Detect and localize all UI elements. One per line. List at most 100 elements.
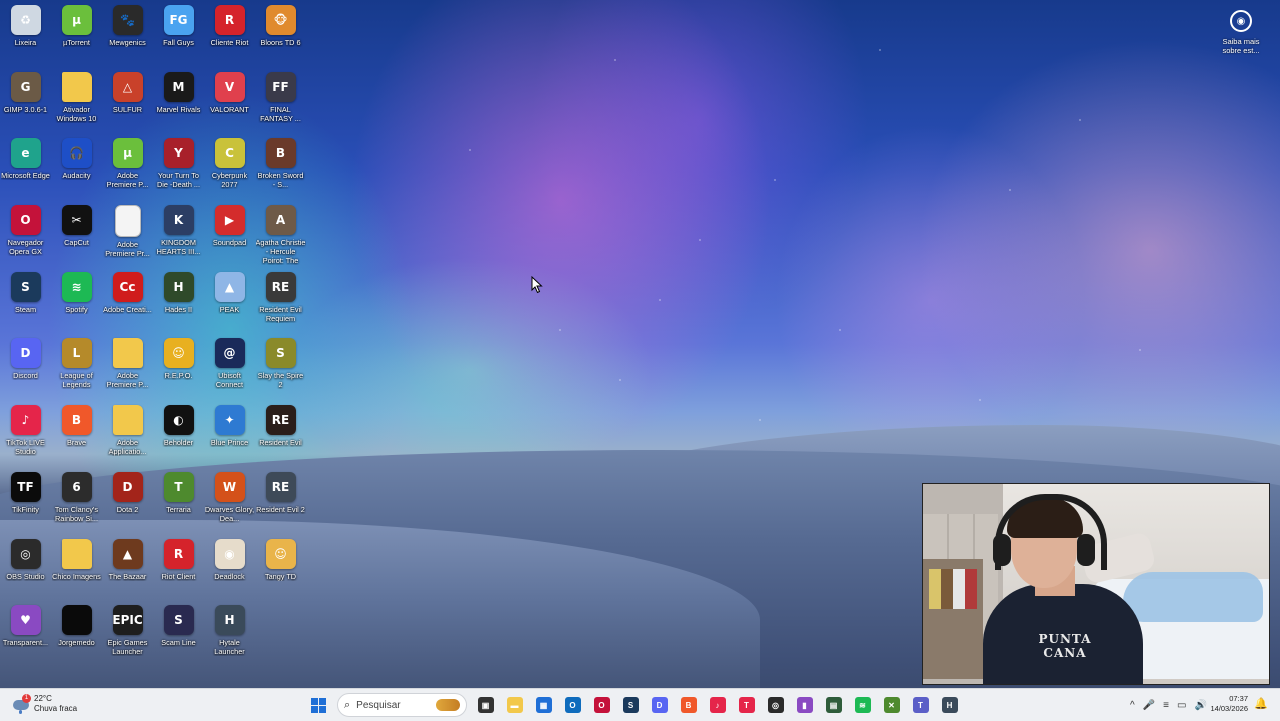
- desktop-icon-brave[interactable]: B Brave: [51, 403, 102, 470]
- desktop-icon-resident-evil[interactable]: RE Resident Evil: [255, 403, 306, 470]
- desktop-icon-beholder[interactable]: ◐ Beholder: [153, 403, 204, 470]
- taskbar-app-teams[interactable]: T: [908, 692, 934, 718]
- sound-settings-icon[interactable]: ≡: [1163, 700, 1169, 711]
- folder-icon: [112, 405, 143, 436]
- desktop-icon-resident-evil-requiem[interactable]: RE Resident Evil Requiem: [255, 270, 306, 337]
- desktop-icon-edge[interactable]: e Microsoft Edge: [0, 136, 51, 203]
- desktop-icon-spotify[interactable]: ≋ Spotify: [51, 270, 102, 337]
- cyberpunk-icon: C: [214, 138, 245, 169]
- taskbar-app-tikfinity[interactable]: T: [734, 692, 760, 718]
- taskbar-app-tiktok-live[interactable]: ♪: [705, 692, 731, 718]
- desktop-icon-mewgenics[interactable]: 🐾 Mewgenics: [102, 3, 153, 70]
- desktop-icon-hades-ii[interactable]: H Hades II: [153, 270, 204, 337]
- taskbar-app-twitch-studio[interactable]: ▮: [792, 692, 818, 718]
- learn-more-label: Saiba mais sobre est...: [1222, 37, 1260, 55]
- desktop-icon-utorrent[interactable]: µ µTorrent: [51, 3, 102, 70]
- desktop-icon-tiktok-live[interactable]: ♪ TikTok LIVE Studio: [0, 403, 51, 470]
- weather-widget[interactable]: 1 22°C Chuva fraca: [10, 693, 77, 715]
- desktop-icon-dota2[interactable]: D Dota 2: [102, 470, 153, 537]
- desktop-icon-rainbow-six[interactable]: 6 Tom Clancy's Rainbow Si...: [51, 470, 102, 537]
- desktop-icon-audacity[interactable]: 🎧 Audacity: [51, 136, 102, 203]
- start-button[interactable]: [306, 692, 332, 718]
- taskbar-app-task-view[interactable]: ▣: [473, 692, 499, 718]
- desktop-icon-soundpad[interactable]: ▶ Soundpad: [204, 203, 255, 270]
- taskbar-search-box[interactable]: ⌕ Pesquisar: [337, 693, 467, 717]
- desktop-icon-jorgemedo[interactable]: Jorgemedo: [51, 603, 102, 670]
- desktop-icon-marvel-rivals[interactable]: M Marvel Rivals: [153, 70, 204, 137]
- taskbar-app-steam[interactable]: S: [618, 692, 644, 718]
- desktop-icon-slay-the-spire[interactable]: S Slay the Spire 2: [255, 336, 306, 403]
- desktop-icon-folder[interactable]: Adobe Premiere P...: [102, 336, 153, 403]
- taskbar-app-microsoft-store[interactable]: ▦: [531, 692, 557, 718]
- taskbar-app-brave[interactable]: B: [676, 692, 702, 718]
- desktop-icon-broken-sword[interactable]: B Broken Sword - S...: [255, 136, 306, 203]
- desktop-icon-fall-guys[interactable]: FG Fall Guys: [153, 3, 204, 70]
- desktop-icon-file[interactable]: Adobe Premiere Pr...: [102, 203, 153, 270]
- desktop-icon-peak[interactable]: ▲ PEAK: [204, 270, 255, 337]
- desktop-icon-the-bazaar[interactable]: ▲ The Bazaar: [102, 537, 153, 604]
- show-hidden-icons-icon[interactable]: ^: [1130, 700, 1135, 711]
- broken-sword-icon: B: [265, 138, 296, 169]
- desktop-icon-transparent[interactable]: ♥ Transparent...: [0, 603, 51, 670]
- desktop-icon-tangy-td[interactable]: ☺ Tangy TD: [255, 537, 306, 604]
- desktop-icon-folder[interactable]: Chico Imagens: [51, 537, 102, 604]
- desktop-icon-discord[interactable]: D Discord: [0, 336, 51, 403]
- taskbar-clock[interactable]: 07:37 14/03/2026: [1204, 694, 1248, 714]
- desktop-icon-tikfinity[interactable]: TF TikFinity: [0, 470, 51, 537]
- desktop-icon-kingdom-hearts[interactable]: K KINGDOM HEARTS III...: [153, 203, 204, 270]
- desktop-icon-label: Audacity: [62, 171, 91, 181]
- desktop-icon-folder[interactable]: Ativador Windows 10: [51, 70, 102, 137]
- desktop-icon-riot-client[interactable]: R Riot Client: [153, 537, 204, 604]
- jorgemedo-icon: [61, 605, 92, 636]
- taskbar-app-outlook[interactable]: O: [560, 692, 586, 718]
- taskbar-app-discord[interactable]: D: [647, 692, 673, 718]
- desktop-icon-label: Blue Prince: [210, 438, 249, 448]
- taskbar-app-obs[interactable]: ◎: [763, 692, 789, 718]
- desktop-icon-folder[interactable]: Adobe Applicatio...: [102, 403, 153, 470]
- desktop-icon-capcut[interactable]: ✂ CapCut: [51, 203, 102, 270]
- taskbar-app-hytale[interactable]: H: [937, 692, 963, 718]
- microphone-icon[interactable]: 🎤: [1143, 700, 1155, 711]
- desktop-icon-adobe-cc[interactable]: Cc Adobe Creati...: [102, 270, 153, 337]
- desktop-icon-label: Jorgemedo: [58, 638, 95, 648]
- desktop-icon-repo[interactable]: ☺ R.E.P.O.: [153, 336, 204, 403]
- desktop-icon-agatha-christie[interactable]: AAgatha Christie - Hercule Poirot: The L…: [255, 203, 306, 270]
- desktop-icon-final-fantasy[interactable]: FF FINAL FANTASY ...: [255, 70, 306, 137]
- desktop-icon-utorrent[interactable]: µ Adobe Premiere P...: [102, 136, 153, 203]
- the-bazaar-icon: ▲: [112, 538, 143, 569]
- desktop-icon-riot-client[interactable]: R Cliente Riot: [204, 3, 255, 70]
- desktop-icon-label: Hytale Launcher: [214, 638, 245, 657]
- desktop-icon-recycle-bin[interactable]: ♻ Lixeira: [0, 3, 51, 70]
- desktop-icon-terraria[interactable]: T Terraria: [153, 470, 204, 537]
- desktop-icon-blue-prince[interactable]: ✦ Blue Prince: [204, 403, 255, 470]
- desktop-icon-steam[interactable]: S Steam: [0, 270, 51, 337]
- desktop-icon-league-of-legends[interactable]: L League of Legends: [51, 336, 102, 403]
- taskbar-app-file-explorer[interactable]: ▬: [502, 692, 528, 718]
- desktop-icon-obs[interactable]: ◎ OBS Studio: [0, 537, 51, 604]
- taskbar-app-opera-gx[interactable]: O: [589, 692, 615, 718]
- camera-lens-icon: ◉: [1230, 10, 1252, 32]
- desktop-icon-deadlock[interactable]: ◉ Deadlock: [204, 537, 255, 604]
- desktop-icon-epic-games[interactable]: EPIC Epic Games Launcher: [102, 603, 153, 670]
- search-placeholder: Pesquisar: [356, 699, 401, 711]
- opera-gx-icon: O: [593, 697, 610, 713]
- taskbar-app-notepad[interactable]: ▤: [821, 692, 847, 718]
- desktop-icon-hytale[interactable]: H Hytale Launcher: [204, 603, 255, 670]
- network-icon[interactable]: ▭: [1177, 700, 1186, 711]
- desktop-icon-dwarves[interactable]: W Dwarves Glory, Dea...: [204, 470, 255, 537]
- desktop-icon-bloons-td6[interactable]: 🐵 Bloons TD 6: [255, 3, 306, 70]
- desktop-icon-your-turn-to-die[interactable]: Y Your Turn To Die -Death ...: [153, 136, 204, 203]
- taskbar-app-spotify[interactable]: ≋: [850, 692, 876, 718]
- desktop-icon-resident-evil-2[interactable]: RE Resident Evil 2: [255, 470, 306, 537]
- desktop-icon-scam-line[interactable]: S Scam Line: [153, 603, 204, 670]
- desktop-icon-valorant[interactable]: V VALORANT: [204, 70, 255, 137]
- desktop-icon-sulfur[interactable]: △ SULFUR: [102, 70, 153, 137]
- taskbar-app-minecraft[interactable]: ✕: [879, 692, 905, 718]
- desktop-icon-opera-gx[interactable]: O Navegador Opera GX: [0, 203, 51, 270]
- notifications-icon[interactable]: 🔔: [1254, 697, 1268, 711]
- learn-more-widget[interactable]: ◉ Saiba mais sobre est...: [1216, 10, 1266, 55]
- desktop-icon-cyberpunk[interactable]: C Cyberpunk 2077: [204, 136, 255, 203]
- desktop-icon-ubisoft[interactable]: @ Ubisoft Connect: [204, 336, 255, 403]
- desktop-icon-gimp[interactable]: G GIMP 3.0.6-1: [0, 70, 51, 137]
- teams-icon: T: [912, 697, 929, 713]
